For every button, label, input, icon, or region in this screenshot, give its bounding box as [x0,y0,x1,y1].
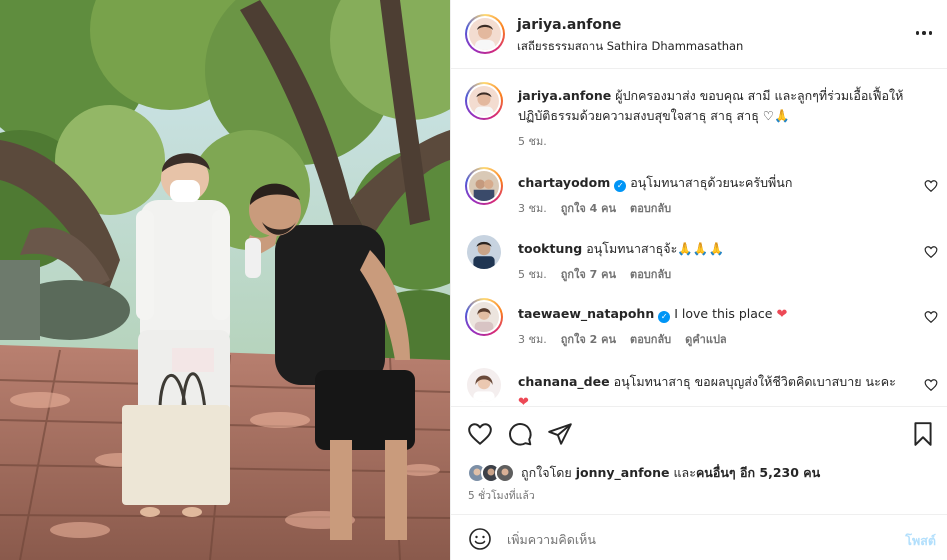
caption-time[interactable]: 5 ชม. [518,132,547,150]
verified-badge-icon: ✓ [658,311,671,323]
emoji-smile-icon[interactable] [468,527,492,551]
comment-text-block: taewaew_natapohn ✓ I love this place ❤ [518,304,898,325]
likes-text: ถูกใจโดย jonny_anfone และคนอื่นๆ อีก 5,2… [521,463,820,483]
comment-avatar-image [467,368,501,402]
post-time-ago[interactable]: 5 ชั่วโมงที่แล้ว [468,487,535,504]
share-send-icon[interactable] [547,421,573,447]
caption-avatar[interactable] [465,82,503,120]
comment-avatar[interactable] [467,368,501,402]
comment-avatar-image [467,235,501,269]
author-avatar[interactable] [465,14,505,54]
comment-avatar-image [469,171,499,201]
comment-text: อนุโมทนาสาธุ ขอผลบุญส่งให้ชีวิตคิดเบาสบา… [613,374,896,389]
likes-prefix: ถูกใจโดย [521,465,572,480]
post-photo-image [0,0,450,560]
comment-text: อนุโมทนาสาธุจ้ะ🙏🙏🙏 [586,241,725,256]
comment-text-block: tooktung อนุโมทนาสาธุจ้ะ🙏🙏🙏 [518,239,898,259]
red-heart-emoji-icon: ❤ [518,395,529,406]
comment-text: อนุโมทนาสาธุด้วยนะครับพี่นก [630,175,793,190]
comment-username[interactable]: tooktung [518,241,582,256]
liker-avatar [495,463,515,483]
post-details-panel: jariya.anfone เสถียรธรรมสถาน Sathira Dha… [450,0,947,560]
verified-badge-icon: ✓ [614,180,627,192]
comment-username[interactable]: chanana_dee [518,374,610,389]
caption-username[interactable]: jariya.anfone [518,88,611,103]
comment-meta: 5 ชม. ถูกใจ 7 คน ตอบกลับ [518,265,671,283]
comment-meta: 3 ชม. ถูกใจ 2 คน ตอบกลับ ดูคำแปล [518,330,727,348]
likes-middle: และ [669,465,696,480]
comment-text-block: chartayodom ✓ อนุโมทนาสาธุด้วยนะครับพี่นก [518,173,898,193]
comment-icon[interactable] [507,421,533,447]
bookmark-icon[interactable] [910,421,936,447]
like-comment-heart-icon[interactable] [924,378,938,392]
comment-time[interactable]: 5 ชม. [518,265,547,283]
comment-meta: 3 ชม. ถูกใจ 4 คน ตอบกลับ [518,199,671,217]
comment-likes[interactable]: ถูกใจ 7 คน [561,265,616,283]
liked-by-username[interactable]: jonny_anfone [576,465,670,480]
liker-avatars [467,463,519,483]
comment-avatar-image [469,302,499,332]
like-comment-heart-icon[interactable] [924,310,938,324]
add-comment-bar: โพสต์ [451,514,947,560]
comment-text-block: chanana_dee อนุโมทนาสาธุ ขอผลบุญส่งให้ชีว… [518,372,898,406]
red-heart-emoji-icon: ❤ [776,307,788,322]
post-header: jariya.anfone เสถียรธรรมสถาน Sathira Dha… [451,0,947,69]
caption-avatar-image [469,86,499,116]
reply-button[interactable]: ตอบกลับ [630,330,671,348]
like-comment-heart-icon[interactable] [924,245,938,259]
comment-text: I love this place [674,306,773,321]
caption-meta: 5 ชม. [518,132,547,150]
comment-time[interactable]: 3 ชม. [518,330,547,348]
post-location[interactable]: เสถียรธรรมสถาน Sathira Dhammasathan [517,38,743,56]
see-translation-button[interactable]: ดูคำแปล [685,330,727,348]
heart-outline-icon[interactable] [467,421,493,447]
author-username[interactable]: jariya.anfone [517,17,621,33]
reply-button[interactable]: ตอบกลับ [630,199,671,217]
comment-avatar[interactable] [465,167,503,205]
comment-avatar[interactable] [465,298,503,336]
comments-list[interactable]: jariya.anfone ผู้ปกครองมาส่ง ขอบคุณ สามี … [451,70,947,406]
reply-button[interactable]: ตอบกลับ [630,265,671,283]
comment-avatar[interactable] [467,235,501,269]
post-actions: ถูกใจโดย jonny_anfone และคนอื่นๆ อีก 5,2… [451,406,947,514]
comment-username[interactable]: taewaew_natapohn [518,306,654,321]
post-comment-button[interactable]: โพสต์ [905,531,936,551]
author-avatar-image [469,18,501,50]
comment-time[interactable]: 3 ชม. [518,199,547,217]
likes-others-count[interactable]: คนอื่นๆ อีก 5,230 คน [696,465,820,480]
likes-summary[interactable]: ถูกใจโดย jonny_anfone และคนอื่นๆ อีก 5,2… [467,463,820,483]
post-photo[interactable] [0,0,450,560]
more-options-button[interactable] [914,23,934,43]
like-comment-heart-icon[interactable] [924,179,938,193]
comment-input[interactable] [507,527,867,551]
comment-likes[interactable]: ถูกใจ 4 คน [561,199,616,217]
comment-likes[interactable]: ถูกใจ 2 คน [561,330,616,348]
comment-username[interactable]: chartayodom [518,175,610,190]
caption-text-block: jariya.anfone ผู้ปกครองมาส่ง ขอบคุณ สามี … [518,86,908,126]
more-horizontal-icon [915,31,920,35]
